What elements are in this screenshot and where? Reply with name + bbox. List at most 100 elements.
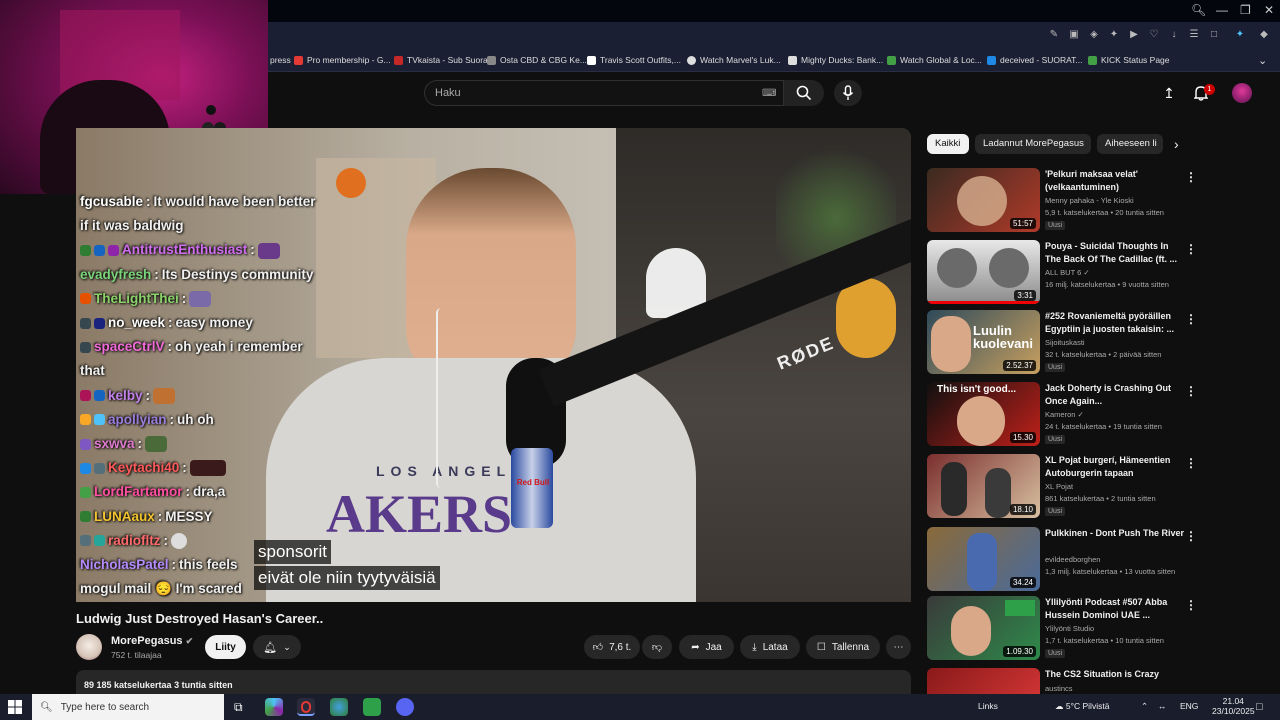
video-thumbnail[interactable] (927, 668, 1040, 694)
recommendation-channel[interactable]: ALL BUT 6 ✓ (1045, 268, 1090, 277)
more-vert-icon[interactable]: ⋮ (1185, 312, 1197, 326)
bookmark-item[interactable]: Watch Global & Loc... (887, 53, 982, 67)
chip-uploaded-by[interactable]: Ladannut MorePegasus (975, 134, 1091, 154)
chip-all[interactable]: Kaikki (927, 134, 969, 154)
recommendation-title[interactable]: Jack Doherty is Crashing Out Once Again.… (1045, 382, 1185, 408)
extension-blue-icon[interactable]: ✦ (1234, 29, 1246, 41)
taskbar-search-input[interactable]: 🔍︎ Type here to search (32, 694, 224, 720)
subscription-bell-button[interactable]: 🔔︎ ⌄ (253, 635, 301, 659)
play-icon[interactable]: ▶ (1128, 29, 1140, 41)
recommendation-item[interactable]: The CS2 Situation is Crazy austincs (927, 668, 1272, 694)
recommendation-title[interactable]: #252 Rovaniemeltä pyöräillen Egyptiin ja… (1045, 310, 1185, 336)
video-thumbnail[interactable]: 18.10 (927, 454, 1040, 518)
recommendation-title[interactable]: XL Pojat burgerí, Hämeentien Autoburgeri… (1045, 454, 1185, 480)
menu-icon[interactable]: ☰ (1188, 29, 1200, 41)
video-thumbnail[interactable]: 51:57 (927, 168, 1040, 232)
download-button[interactable]: ⤓ Lataa (740, 635, 800, 659)
more-vert-icon[interactable]: ⋮ (1185, 384, 1197, 398)
description-box[interactable]: 89 185 katselukertaa 3 tuntia sitten (76, 670, 911, 694)
links-toolbar[interactable]: Links (978, 701, 998, 711)
recommendation-channel[interactable]: austincs (1045, 684, 1073, 693)
chevron-up-icon[interactable]: ⌃ (1141, 701, 1148, 712)
extension-icon[interactable]: ✦ (1108, 29, 1120, 41)
bookmark-item[interactable]: Osta CBD & CBG Ke... (487, 53, 587, 67)
recommendation-item[interactable]: 51:57 'Pelkuri maksaa velat' (velkaantum… (927, 168, 1272, 234)
video-thumbnail[interactable]: 1.09.30 (927, 596, 1040, 660)
recommendation-item[interactable]: 3:31 Pouya - Suicidal Thoughts In The Ba… (927, 240, 1272, 306)
recommendation-title[interactable]: Pouya - Suicidal Thoughts In The Back Of… (1045, 240, 1185, 266)
search-input[interactable]: Haku (424, 80, 784, 106)
recommendation-channel[interactable]: Sijoituskasti (1045, 338, 1085, 347)
download-icon[interactable]: ↓ (1168, 29, 1180, 41)
bookmark-item[interactable]: Mighty Ducks: Bank... (788, 53, 883, 67)
app-icon[interactable] (265, 698, 283, 716)
network-icon[interactable]: ↔ (1158, 701, 1167, 711)
search-icon[interactable]: 🔍︎ (1191, 3, 1206, 17)
clock[interactable]: 21.04 23/10/2025 (1212, 696, 1255, 716)
recommendation-title[interactable]: 'Pelkuri maksaa velat' (velkaantuminen) (1045, 168, 1185, 194)
recommendation-title[interactable]: Yllilyönti Podcast #507 Abba Hussein Dom… (1045, 596, 1185, 622)
recommendation-channel[interactable]: Menny pahaka - Yle Kioski (1045, 196, 1134, 205)
channel-avatar[interactable] (76, 634, 102, 660)
close-button[interactable]: ✕ (1264, 3, 1274, 17)
recommendation-channel[interactable]: Kameron ✓ (1045, 410, 1084, 419)
bookmark-item[interactable]: Pro membership - G... (294, 53, 391, 67)
share-button[interactable]: ➦ Jaa (679, 635, 734, 659)
recommendation-item[interactable]: 34.24 Pulkkinen - Dont Push The River ev… (927, 527, 1272, 593)
chip-related[interactable]: Aiheeseen li (1097, 134, 1163, 154)
chevron-down-icon[interactable]: ⌄ (1258, 53, 1267, 67)
lock-icon[interactable]: □ (1208, 29, 1220, 41)
bookmark-item[interactable]: Watch Marvel's Luk... (687, 53, 781, 67)
discord-icon[interactable] (396, 698, 414, 716)
recommendation-item[interactable]: Luulin kuolevani 2.52.37 #252 Rovaniemelt… (927, 310, 1272, 376)
video-thumbnail[interactable]: 3:31 (927, 240, 1040, 304)
language-indicator[interactable]: ENG (1180, 701, 1198, 711)
account-avatar[interactable] (1232, 83, 1252, 103)
more-vert-icon[interactable]: ⋮ (1185, 529, 1197, 543)
opera-gx-icon[interactable] (297, 698, 315, 716)
video-thumbnail[interactable]: 34.24 (927, 527, 1040, 591)
edge-icon[interactable] (330, 698, 348, 716)
bookmark-item[interactable]: deceived - SUORAT... (987, 53, 1083, 67)
join-button[interactable]: Liity (205, 635, 246, 659)
restore-button[interactable]: ❐ (1240, 3, 1251, 17)
video-thumbnail[interactable]: Luulin kuolevani 2.52.37 (927, 310, 1040, 374)
keyboard-icon[interactable]: ⌨ (762, 88, 776, 99)
more-vert-icon[interactable]: ⋮ (1185, 598, 1197, 612)
like-button[interactable]: 👍︎ 7,6 t. (584, 635, 640, 659)
recommendation-title[interactable]: Pulkkinen - Dont Push The River (1045, 527, 1185, 540)
recommendation-channel[interactable]: Ylilyönti Studio (1045, 624, 1094, 633)
task-view-icon[interactable]: ⧉ (234, 700, 243, 715)
bookmark-item[interactable]: Travis Scott Outfits,... (587, 53, 681, 67)
camera-icon[interactable]: ▣ (1068, 29, 1080, 41)
dislike-button[interactable]: 👎︎ (642, 635, 672, 659)
bookmark-item[interactable]: TVkaista - Sub Suora (394, 53, 488, 67)
minimize-button[interactable]: — (1216, 3, 1228, 17)
recommendation-item[interactable]: 1.09.30 Yllilyönti Podcast #507 Abba Hus… (927, 596, 1272, 662)
more-vert-icon[interactable]: ⋮ (1185, 242, 1197, 256)
app-green-icon[interactable] (363, 698, 381, 716)
bookmark-item[interactable]: KICK Status Page (1088, 53, 1170, 67)
channel-name[interactable]: MorePegasus ✔ (111, 635, 193, 647)
upload-icon[interactable]: ↥ (1158, 82, 1180, 104)
voice-search-button[interactable] (834, 80, 862, 106)
chevron-right-icon[interactable]: › (1174, 136, 1179, 152)
recommendation-title[interactable]: The CS2 Situation is Crazy (1045, 668, 1185, 681)
more-vert-icon[interactable]: ⋮ (1185, 170, 1197, 184)
search-button[interactable] (784, 80, 824, 106)
notifications-icon[interactable]: □ (1256, 701, 1263, 713)
recommendation-channel[interactable]: evildeedborghen (1045, 555, 1100, 564)
recommendation-item[interactable]: 18.10 XL Pojat burgerí, Hämeentien Autob… (927, 454, 1272, 520)
weather-widget[interactable]: ☁ 5°C Pilvistä (1055, 701, 1109, 712)
recommendation-item[interactable]: This isn't good... 15.30 Jack Doherty is … (927, 382, 1272, 448)
shield-icon[interactable]: ◈ (1088, 29, 1100, 41)
save-button[interactable]: ☐ Tallenna (806, 635, 880, 659)
video-thumbnail[interactable]: This isn't good... 15.30 (927, 382, 1040, 446)
edit-icon[interactable]: ✎ (1048, 29, 1060, 41)
more-actions-button[interactable]: ⋯ (886, 635, 911, 659)
bookmark-prefix[interactable]: press (270, 53, 291, 67)
heart-icon[interactable]: ♡ (1148, 29, 1160, 41)
windows-start-icon[interactable] (8, 700, 22, 714)
recommendation-channel[interactable]: XL Pojat (1045, 482, 1073, 491)
puzzle-icon[interactable]: ◆ (1258, 29, 1270, 41)
